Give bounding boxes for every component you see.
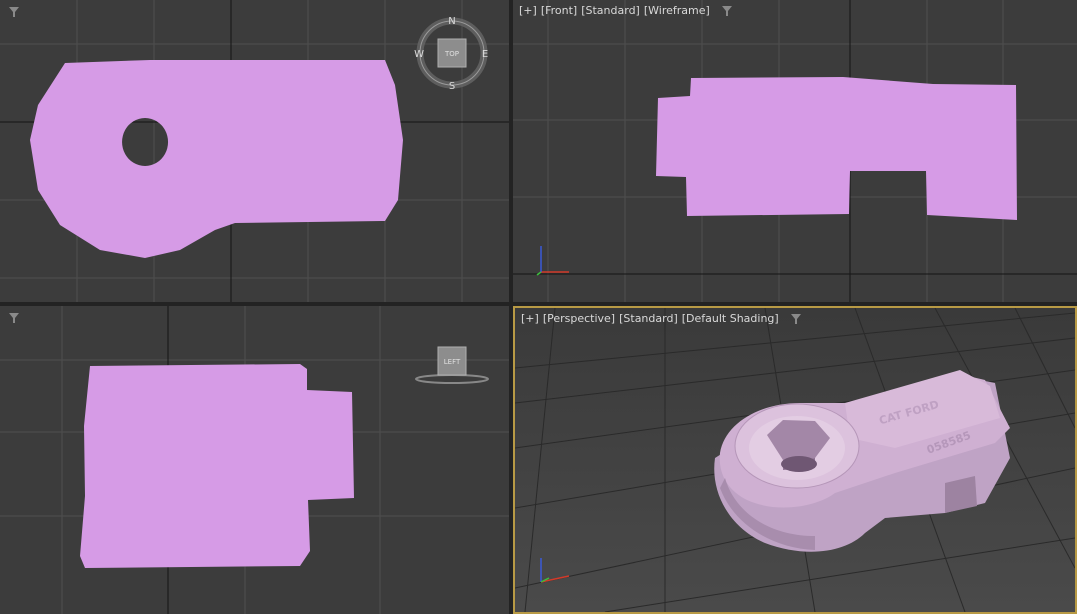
svg-text:W: W: [414, 49, 424, 60]
viewport-point-of-view-menu[interactable]: [Perspective]: [542, 312, 616, 325]
filter-icon[interactable]: [721, 5, 733, 17]
viewport-standard-menu[interactable]: [Standard]: [618, 312, 679, 325]
filter-icon[interactable]: [8, 312, 20, 324]
svg-text:S: S: [449, 81, 455, 92]
viewport-label-front: [+] [Front] [Standard] [Wireframe]: [518, 4, 733, 17]
viewport-standard-menu[interactable]: [Standard]: [580, 4, 641, 17]
viewport-layout: TOP N S E W [+] [Front] [Standard] [Wire…: [0, 0, 1077, 614]
svg-text:E: E: [482, 49, 488, 60]
front-grid: [513, 0, 1077, 302]
viewport-label-perspective: [+] [Perspective] [Standard] [Default Sh…: [520, 312, 802, 325]
filter-icon[interactable]: [8, 6, 20, 18]
axis-tripod-icon: [536, 246, 569, 276]
viewport-left[interactable]: LEFT: [0, 306, 509, 614]
viewport-menu-plus[interactable]: [+]: [520, 312, 540, 325]
viewport-menu-plus[interactable]: [+]: [518, 4, 538, 17]
viewport-point-of-view-menu[interactable]: [Front]: [540, 4, 578, 17]
mesh-left-view: [80, 364, 354, 568]
mesh-front-view: [656, 77, 1017, 220]
viewcube-compass-icon: LEFT: [415, 346, 489, 384]
left-grid: LEFT: [0, 306, 509, 614]
viewport-shading-menu[interactable]: [Default Shading]: [681, 312, 780, 325]
svg-text:LEFT: LEFT: [444, 358, 461, 366]
viewport-front[interactable]: [+] [Front] [Standard] [Wireframe]: [513, 0, 1077, 302]
viewport-shading-menu[interactable]: [Wireframe]: [643, 4, 711, 17]
perspective-grid: CAT FORD 058585: [515, 308, 1075, 612]
svg-text:TOP: TOP: [444, 50, 459, 58]
top-grid: TOP N S E W: [0, 0, 509, 302]
filter-icon[interactable]: [790, 313, 802, 325]
viewcube-compass-icon: TOP N S E W: [414, 16, 488, 92]
mesh-top-view: [30, 60, 403, 258]
svg-text:N: N: [448, 16, 455, 27]
viewport-perspective[interactable]: CAT FORD 058585 [+] [Perspective] [Stand…: [513, 306, 1077, 614]
viewport-top[interactable]: TOP N S E W: [0, 0, 509, 302]
